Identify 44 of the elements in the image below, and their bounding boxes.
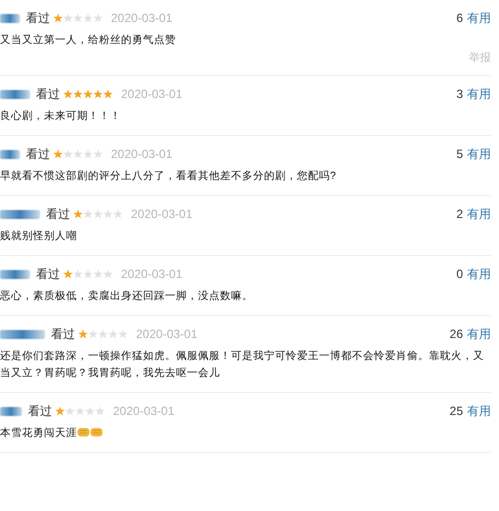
blurred-username[interactable]	[0, 210, 40, 218]
useful-link[interactable]: 有用	[467, 326, 491, 342]
comment-date: 2020-03-01	[111, 147, 172, 161]
vote-count: 3	[456, 87, 463, 101]
watched-label: 看过	[28, 402, 52, 420]
comment-text: 良心剧，未来可期！！！	[0, 110, 121, 122]
comment-text: 又当又立第一人，给粉丝的勇气点赞	[0, 34, 176, 46]
vote-count: 25	[450, 404, 463, 418]
fist-emoji-icon	[90, 427, 103, 437]
comment-date: 2020-03-01	[113, 404, 174, 418]
useful-link[interactable]: 有用	[467, 86, 491, 102]
useful-link[interactable]: 有用	[467, 206, 491, 222]
comment-text: 本雪花勇闯天涯	[0, 427, 77, 439]
watched-label: 看过	[36, 266, 60, 282]
watched-label: 看过	[51, 326, 75, 342]
useful-link[interactable]: 有用	[467, 266, 491, 282]
comment-date: 2020-03-01	[136, 327, 198, 341]
comment-text: 早就看不惯这部剧的评分上八分了，看看其他差不多分的剧，您配吗?	[0, 170, 336, 182]
blurred-username[interactable]	[0, 270, 30, 278]
blurred-username[interactable]	[0, 90, 30, 98]
blurred-username[interactable]	[0, 330, 45, 338]
blurred-username[interactable]	[0, 14, 20, 22]
comment-date: 2020-03-01	[121, 267, 182, 281]
watched-label: 看过	[26, 10, 50, 26]
vote-count: 0	[456, 267, 463, 281]
comment-text: 贱就别怪别人嘲	[0, 230, 77, 242]
watched-label: 看过	[26, 146, 50, 162]
vote-count: 26	[450, 327, 463, 341]
useful-link[interactable]: 有用	[467, 402, 491, 420]
vote-count: 5	[456, 147, 463, 161]
vote-count: 2	[456, 207, 463, 221]
blurred-username[interactable]	[0, 150, 20, 158]
watched-label: 看过	[36, 86, 60, 102]
comment-text: 还是你们套路深，一顿操作猛如虎。佩服佩服！可是我宁可怜爱王一博都不会怜爱肖偷。靠耽火，又当又立？胃药呢？我胃药呢，我先去呕一会儿	[0, 350, 484, 379]
comment-date: 2020-03-01	[111, 11, 172, 25]
watched-label: 看过	[46, 206, 70, 222]
blurred-username[interactable]	[0, 406, 22, 416]
vote-count: 6	[456, 11, 463, 25]
comment-text: 恶心，素质极低，卖腐出身还回踩一脚，没点数嘛。	[0, 290, 253, 302]
comment-date: 2020-03-01	[131, 207, 192, 221]
useful-link[interactable]: 有用	[467, 146, 491, 162]
fist-emoji-icon	[77, 427, 90, 437]
comment-date: 2020-03-01	[121, 87, 182, 101]
useful-link[interactable]: 有用	[467, 10, 491, 26]
